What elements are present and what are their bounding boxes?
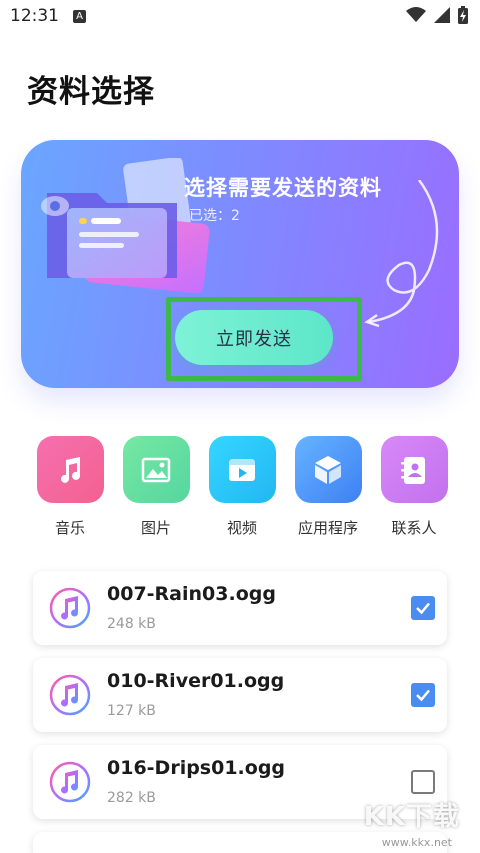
file-checkbox-checked[interactable] xyxy=(411,596,435,620)
category-label: 图片 xyxy=(140,519,171,537)
category-music[interactable]: 音乐 xyxy=(30,436,110,538)
category-images[interactable]: 图片 xyxy=(116,436,196,538)
file-name: 007-Rain03.ogg xyxy=(107,583,276,605)
send-banner: 选择需要发送的资料 已选：2 立即发送 xyxy=(21,140,459,388)
music-note-icon xyxy=(36,436,104,503)
file-size: 248 kB xyxy=(107,616,156,632)
category-label: 联系人 xyxy=(391,519,437,537)
itunes-music-icon xyxy=(49,761,91,803)
cube-icon xyxy=(294,436,362,503)
file-name: 010-River01.ogg xyxy=(107,670,285,692)
category-label: 应用程序 xyxy=(297,519,358,537)
itunes-music-icon xyxy=(49,674,91,716)
status-bar: 12:31 A xyxy=(0,0,480,34)
status-time: 12:31 xyxy=(10,6,59,26)
banner-title: 选择需要发送的资料 xyxy=(184,176,382,200)
notification-a-icon: A xyxy=(73,10,86,23)
cell-signal-icon xyxy=(434,7,450,23)
file-name: 016-Drips01.ogg xyxy=(107,757,286,779)
category-video[interactable]: 视频 xyxy=(202,436,282,538)
contacts-book-icon xyxy=(380,436,448,503)
send-now-button[interactable]: 立即发送 xyxy=(175,310,333,365)
image-icon xyxy=(122,436,190,503)
itunes-music-icon xyxy=(49,587,91,629)
category-contacts[interactable]: 联系人 xyxy=(374,436,454,538)
file-checkbox-checked[interactable] xyxy=(411,683,435,707)
video-icon xyxy=(208,436,276,503)
file-size: 127 kB xyxy=(107,703,156,719)
category-label: 视频 xyxy=(226,519,257,537)
wifi-icon xyxy=(406,7,426,22)
file-checkbox-unchecked[interactable] xyxy=(411,770,435,794)
watermark-url: www.kkx.net xyxy=(381,836,452,849)
status-icons xyxy=(406,6,468,24)
checkmark-icon xyxy=(416,602,430,615)
swirl-arrow-icon xyxy=(364,180,439,328)
file-size: 282 kB xyxy=(107,790,156,806)
selected-count: 已选：2 xyxy=(189,208,240,224)
page-title: 资料选择 xyxy=(27,74,155,110)
category-row: 音乐 图片 视频 应用程序 联系人 xyxy=(30,436,454,538)
checkmark-icon xyxy=(416,689,430,702)
category-label: 音乐 xyxy=(54,519,85,537)
watermark-logo: KK下载 xyxy=(363,802,460,832)
file-list-item[interactable]: 010-River01.ogg 127 kB xyxy=(33,658,447,732)
file-list-item[interactable]: 007-Rain03.ogg 248 kB xyxy=(33,571,447,645)
category-apps[interactable]: 应用程序 xyxy=(288,436,368,538)
battery-charging-icon xyxy=(458,6,468,24)
